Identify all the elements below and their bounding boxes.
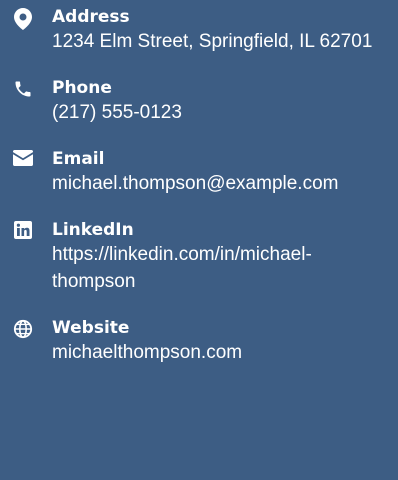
contact-address-content: Address 1234 Elm Street, Springfield, IL…: [52, 6, 378, 55]
contact-item-linkedin: LinkedIn https://linkedin.com/in/michael…: [8, 219, 378, 295]
contact-phone-content: Phone (217) 555-0123: [52, 77, 378, 126]
contact-phone-value[interactable]: (217) 555-0123: [52, 99, 378, 126]
contact-item-address: Address 1234 Elm Street, Springfield, IL…: [8, 6, 378, 55]
contact-item-website: Website michaelthompson.com: [8, 317, 378, 366]
contact-address-value: 1234 Elm Street, Springfield, IL 62701: [52, 31, 373, 52]
contact-email-content: Email michael.thompson@example.com: [52, 148, 378, 197]
contact-website-label: Website: [52, 318, 130, 338]
contact-address-label: Address: [52, 7, 130, 27]
contact-linkedin-label: LinkedIn: [52, 220, 134, 240]
contact-website-content: Website michaelthompson.com: [52, 317, 378, 366]
contact-phone-label: Phone: [52, 78, 112, 98]
contact-email-value[interactable]: michael.thompson@example.com: [52, 170, 378, 197]
contact-item-email: Email michael.thompson@example.com: [8, 148, 378, 197]
globe-icon: [8, 319, 38, 339]
contact-linkedin-value[interactable]: https://linkedin.com/in/michael-thompson: [52, 241, 378, 295]
contact-email-label: Email: [52, 149, 105, 169]
contact-website-value[interactable]: michaelthompson.com: [52, 339, 378, 366]
contact-linkedin-content: LinkedIn https://linkedin.com/in/michael…: [52, 219, 378, 295]
map-pin-icon: [8, 8, 38, 30]
contact-panel: Address 1234 Elm Street, Springfield, IL…: [0, 0, 398, 480]
contact-item-phone: Phone (217) 555-0123: [8, 77, 378, 126]
linkedin-icon: [8, 221, 38, 239]
phone-icon: [8, 79, 38, 99]
envelope-icon: [8, 150, 38, 166]
